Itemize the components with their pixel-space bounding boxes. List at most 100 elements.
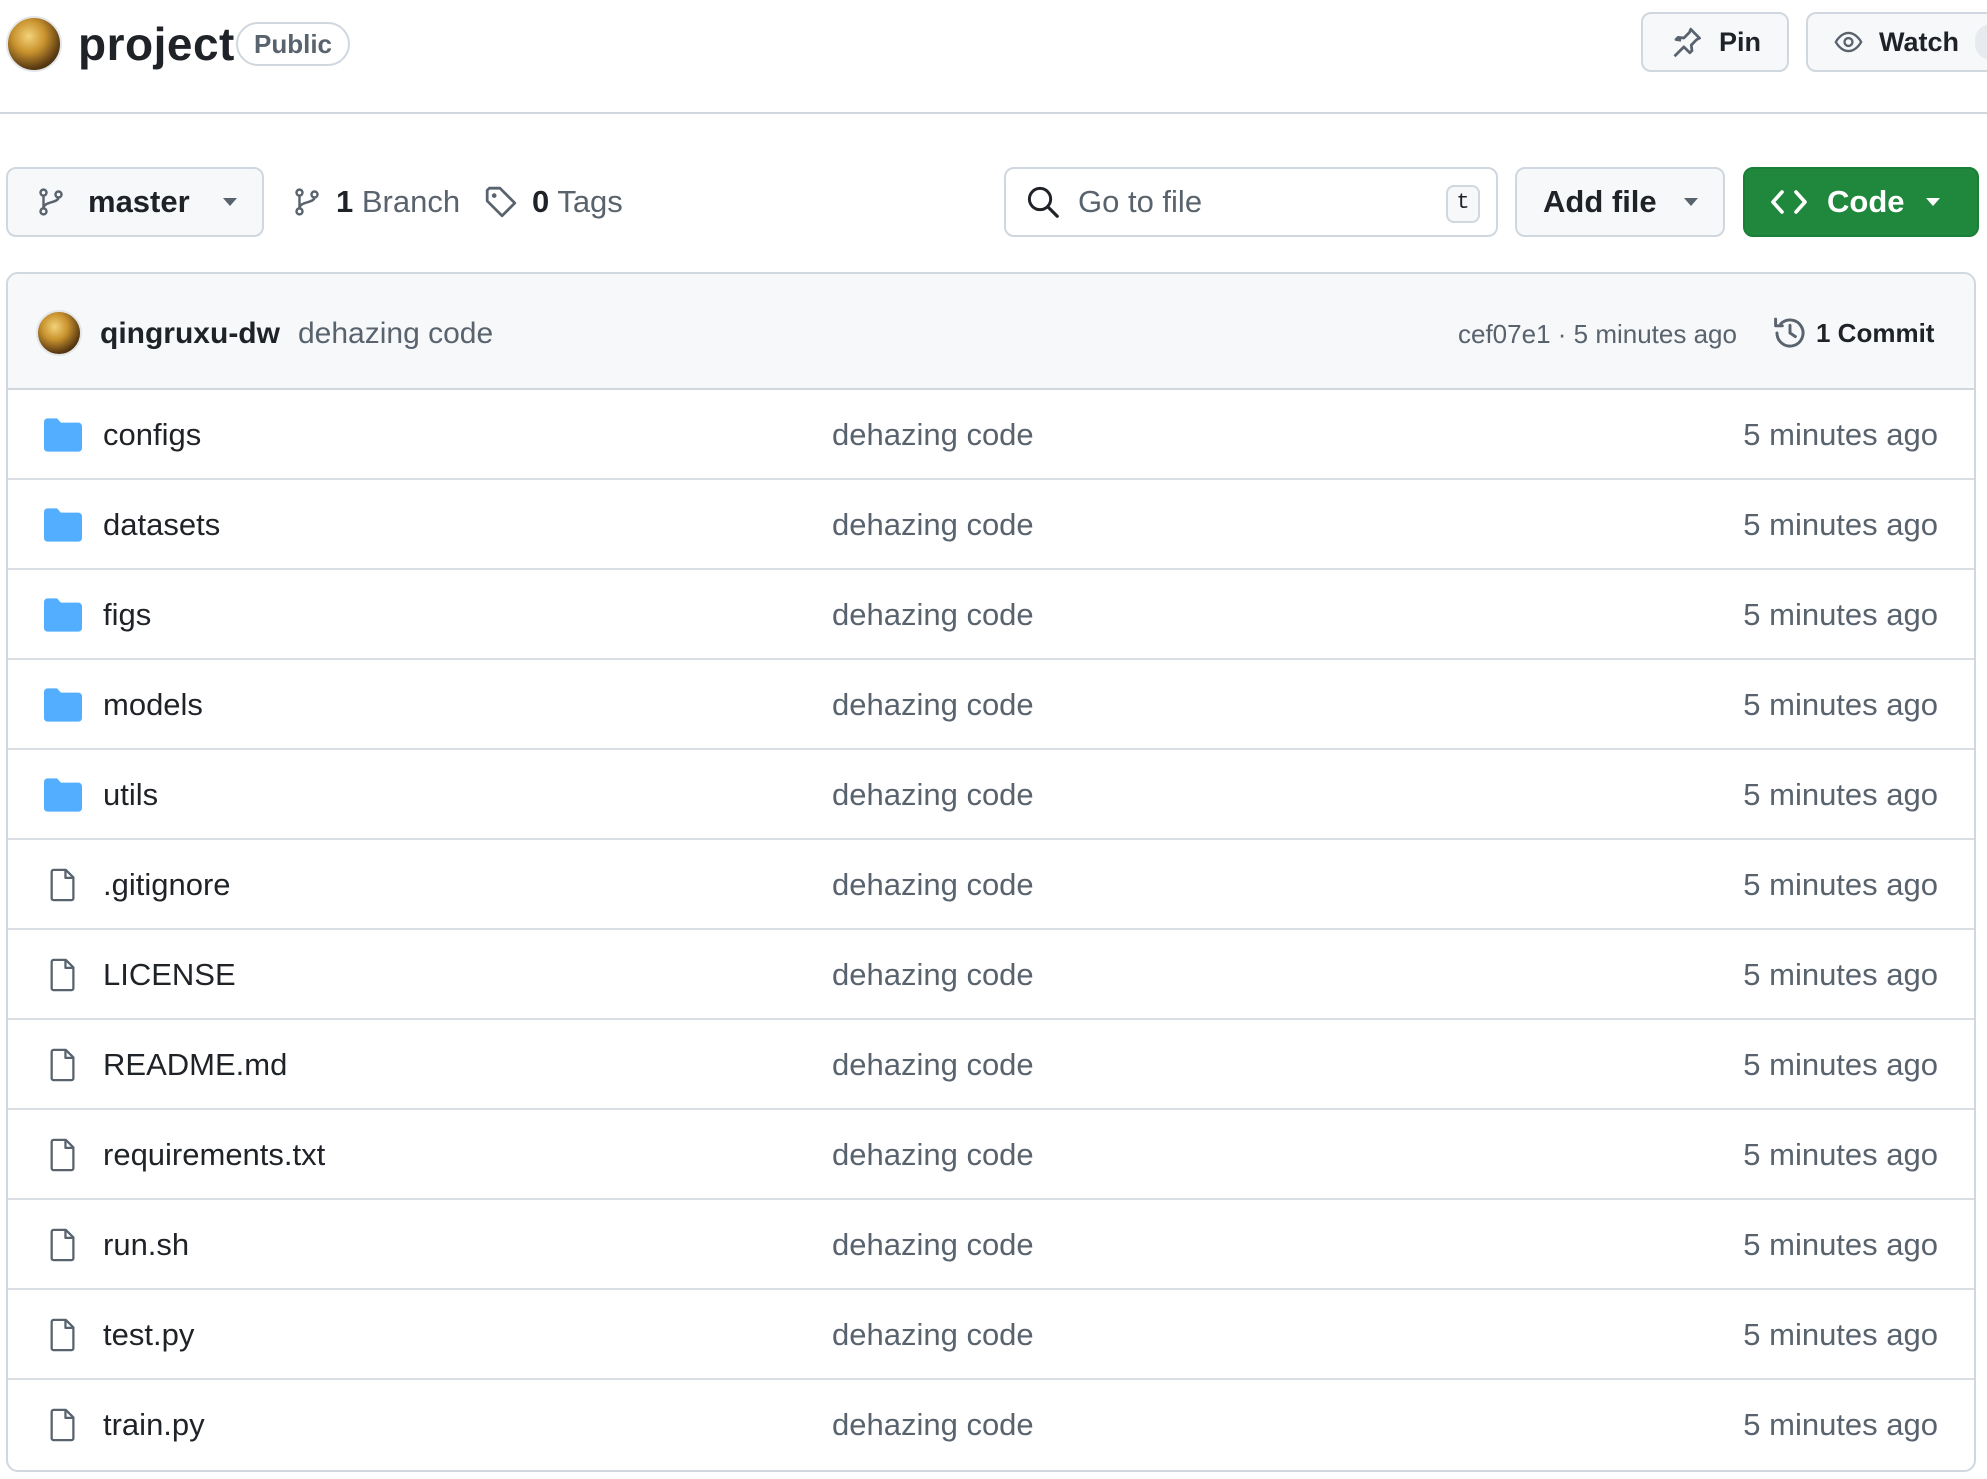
file-icon [44, 868, 82, 902]
add-file-button[interactable]: Add file [1515, 167, 1725, 237]
folder-icon [44, 418, 82, 452]
branches-label: Branch [361, 184, 461, 219]
file-name-link[interactable]: run.sh [103, 1222, 189, 1268]
file-row[interactable]: requirements.txt dehazing code 5 minutes a… [8, 1110, 1974, 1200]
tags-count: 0 [532, 184, 550, 219]
file-row[interactable]: test.py dehazing code 5 minutes ago [8, 1290, 1974, 1380]
file-name-link[interactable]: LICENSE [103, 952, 236, 998]
file-commit-age: 5 minutes ago [1743, 1227, 1938, 1262]
file-commit-message[interactable]: dehazing code [832, 1312, 1034, 1358]
commit-author[interactable]: qingruxu-dw [100, 314, 280, 354]
pin-icon [1673, 27, 1701, 58]
file-row[interactable]: datasets dehazing code 5 minutes ago [8, 480, 1974, 570]
tags-link[interactable]: 0 Tags [484, 167, 623, 237]
file-commit-message[interactable]: dehazing code [832, 1222, 1034, 1268]
file-row[interactable]: configs dehazing code 5 minutes ago [8, 390, 1974, 480]
branches-link[interactable]: 1 Branch [292, 167, 460, 237]
file-row[interactable]: .gitignore dehazing code 5 minutes ago [8, 840, 1974, 930]
file-commit-message[interactable]: dehazing code [832, 1132, 1034, 1178]
visibility-badge: Public [236, 22, 351, 66]
commit-message[interactable]: dehazing code [298, 314, 493, 354]
file-commit-age: 5 minutes ago [1743, 777, 1938, 812]
file-icon [44, 958, 82, 992]
file-name-link[interactable]: models [103, 682, 203, 728]
folder-icon [44, 508, 82, 542]
file-icon [44, 1048, 82, 1082]
search-icon [1027, 186, 1059, 218]
tags-label: Tags [557, 184, 623, 219]
commit-sha-and-time[interactable]: cef07e1 · 5 minutes ago [1458, 316, 1737, 352]
owner-avatar[interactable] [6, 16, 62, 72]
file-name-link[interactable]: figs [103, 592, 151, 638]
code-label: Code [1827, 184, 1905, 219]
watch-label: Watch [1878, 26, 1959, 57]
file-row[interactable]: run.sh dehazing code 5 minutes ago [8, 1200, 1974, 1290]
file-row[interactable]: train.py dehazing code 5 minutes ago [8, 1380, 1974, 1470]
git-branch-icon [39, 188, 63, 216]
file-commit-message[interactable]: dehazing code [832, 772, 1034, 818]
file-commit-message[interactable]: dehazing code [832, 862, 1034, 908]
file-commit-message[interactable]: dehazing code [832, 592, 1034, 638]
file-commit-age: 5 minutes ago [1743, 1317, 1938, 1352]
file-icon [44, 1138, 82, 1172]
file-commit-age: 5 minutes ago [1743, 867, 1938, 902]
caret-down-icon [1683, 198, 1698, 206]
file-name-link[interactable]: train.py [103, 1402, 205, 1448]
search-input[interactable] [1078, 184, 1438, 220]
author-avatar[interactable] [36, 310, 82, 356]
file-name-link[interactable]: datasets [103, 502, 220, 548]
caret-down-icon [222, 198, 237, 206]
file-name-link[interactable]: configs [103, 412, 201, 458]
file-row[interactable]: models dehazing code 5 minutes ago [8, 660, 1974, 750]
file-commit-message[interactable]: dehazing code [832, 1402, 1034, 1448]
file-row[interactable]: utils dehazing code 5 minutes ago [8, 750, 1974, 840]
go-to-file-search[interactable]: t [1004, 167, 1498, 237]
tag-icon [485, 186, 517, 218]
file-commit-message[interactable]: dehazing code [832, 682, 1034, 728]
file-name-link[interactable]: test.py [103, 1312, 194, 1358]
branch-name: master [88, 184, 190, 219]
file-row[interactable]: figs dehazing code 5 minutes ago [8, 570, 1974, 660]
watch-button[interactable]: Watch 0 [1806, 12, 1987, 72]
file-row[interactable]: README.md dehazing code 5 minutes ago [8, 1020, 1974, 1110]
repo-title[interactable]: project [78, 16, 235, 72]
file-table: qingruxu-dw dehazing code cef07e1 · 5 mi… [6, 272, 1976, 1472]
file-commit-age: 5 minutes ago [1743, 957, 1938, 992]
file-commit-age: 5 minutes ago [1743, 417, 1938, 452]
caret-down-icon [1925, 198, 1940, 206]
file-name-link[interactable]: utils [103, 772, 158, 818]
file-commit-age: 5 minutes ago [1743, 1137, 1938, 1172]
code-button[interactable]: Code [1743, 167, 1979, 237]
pin-button[interactable]: Pin [1641, 12, 1789, 72]
watch-count: 0 [1974, 24, 1987, 60]
file-name-link[interactable]: requirements.txt [103, 1132, 325, 1178]
folder-icon [44, 688, 82, 722]
pin-label: Pin [1718, 26, 1761, 57]
file-commit-message[interactable]: dehazing code [832, 412, 1034, 458]
file-icon [44, 1228, 82, 1262]
file-commit-message[interactable]: dehazing code [832, 952, 1034, 998]
folder-icon [44, 778, 82, 812]
eye-icon [1834, 31, 1863, 53]
repo-header: project Public Pin Watch 0 [0, 0, 1987, 114]
code-icon [1771, 190, 1807, 214]
file-name-link[interactable]: README.md [103, 1042, 287, 1088]
file-commit-age: 5 minutes ago [1743, 507, 1938, 542]
add-file-label: Add file [1543, 184, 1657, 219]
file-icon [44, 1408, 82, 1442]
history-icon [1774, 317, 1805, 348]
file-commit-age: 5 minutes ago [1743, 1047, 1938, 1082]
file-commit-message[interactable]: dehazing code [832, 1042, 1034, 1088]
branches-count: 1 [336, 184, 354, 219]
file-commit-age: 5 minutes ago [1743, 687, 1938, 722]
folder-icon [44, 598, 82, 632]
commit-count-label: 1 Commit [1816, 317, 1935, 348]
commit-history-link[interactable]: 1 Commit [1772, 310, 1934, 356]
keyboard-shortcut-hint: t [1446, 185, 1480, 223]
branch-selector[interactable]: master [6, 167, 264, 237]
file-commit-age: 5 minutes ago [1743, 597, 1938, 632]
file-commit-message[interactable]: dehazing code [832, 502, 1034, 548]
file-name-link[interactable]: .gitignore [103, 862, 231, 908]
file-commit-age: 5 minutes ago [1743, 1407, 1938, 1442]
file-row[interactable]: LICENSE dehazing code 5 minutes ago [8, 930, 1974, 1020]
